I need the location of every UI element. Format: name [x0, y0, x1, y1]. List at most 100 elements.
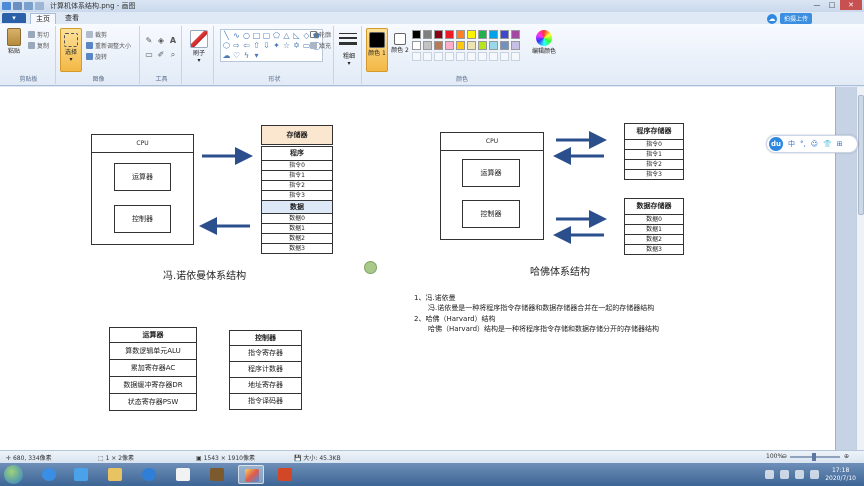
taskbar-notepad[interactable] — [170, 465, 196, 484]
palette-empty-swatch[interactable] — [434, 52, 443, 61]
palette-color-swatch[interactable] — [412, 41, 421, 50]
ime-menu-icon[interactable]: ⊞ — [837, 140, 843, 148]
palette-color-swatch[interactable] — [489, 41, 498, 50]
rounded-rect-shape-icon[interactable]: ▢ — [262, 31, 271, 40]
palette-empty-swatch[interactable] — [412, 52, 421, 61]
palette-color-swatch[interactable] — [489, 30, 498, 39]
outline-button[interactable]: 轮廓 — [310, 30, 331, 39]
taskbar-baidu[interactable] — [136, 465, 162, 484]
cut-button[interactable]: 剪切 — [28, 30, 49, 39]
palette-color-swatch[interactable] — [423, 41, 432, 50]
paste-button[interactable]: 粘贴 — [4, 28, 24, 55]
taskbar-explorer[interactable] — [102, 465, 128, 484]
hexagon-shape-icon[interactable]: ⬡ — [222, 41, 231, 50]
color1-button[interactable]: 颜色 1 — [366, 28, 388, 72]
start-button[interactable] — [4, 465, 23, 484]
arrow-right-shape-icon[interactable]: ⇨ — [232, 41, 241, 50]
palette-color-swatch[interactable] — [423, 30, 432, 39]
magnifier-icon[interactable]: ⌕ — [168, 50, 178, 60]
palette-color-swatch[interactable] — [511, 41, 520, 50]
palette-empty-swatch[interactable] — [511, 52, 520, 61]
undo-icon[interactable] — [24, 2, 33, 10]
zoom-out-icon[interactable]: ⊖ — [782, 453, 787, 460]
fill-bucket-icon[interactable]: ◈ — [156, 36, 166, 46]
palette-color-swatch[interactable] — [511, 30, 520, 39]
palette-empty-swatch[interactable] — [456, 52, 465, 61]
color2-button[interactable]: 颜色 2 — [390, 30, 410, 54]
cloud-upload[interactable]: ☁ 拍摄上传 — [766, 13, 812, 24]
crop-button[interactable]: 裁剪 — [86, 30, 107, 39]
taskbar-ie[interactable] — [68, 465, 94, 484]
polygon-shape-icon[interactable]: ⬠ — [272, 31, 281, 40]
palette-color-swatch[interactable] — [412, 30, 421, 39]
palette-empty-swatch[interactable] — [423, 52, 432, 61]
heart-shape-icon[interactable]: ♡ — [232, 51, 241, 60]
zoom-slider[interactable] — [790, 453, 840, 461]
shapes-gallery[interactable]: ╲ ∿ ○ □ ▢ ⬠ △ ◺ ◇ ⬟ ⬡ ⇨ ⇦ ⇧ ⇩ ✦ ☆ ✡ ▭ ◯ — [220, 29, 323, 62]
palette-color-swatch[interactable] — [445, 30, 454, 39]
palette-color-swatch[interactable] — [500, 41, 509, 50]
arrow-up-shape-icon[interactable]: ⇧ — [252, 41, 261, 50]
ime-skin-icon[interactable]: 👕 — [823, 140, 832, 148]
tray-network-icon[interactable] — [780, 470, 790, 479]
canvas-workarea[interactable]: CPU 运算器 控制器 存储器 程序 指令0 指令1 指令2 指令3 数据 数据0 数据… — [0, 87, 856, 450]
rotate-button[interactable]: 旋转 — [86, 52, 107, 61]
palette-empty-swatch[interactable] — [500, 52, 509, 61]
more-shapes-icon[interactable]: ▾ — [252, 51, 261, 60]
tray-clock[interactable]: 17:18 2020/7/10 — [825, 467, 856, 483]
arrow-down-shape-icon[interactable]: ⇩ — [262, 41, 271, 50]
ime-punctuation-icon[interactable]: °, — [800, 140, 806, 148]
star5-shape-icon[interactable]: ☆ — [282, 41, 291, 50]
drawing-canvas[interactable]: CPU 运算器 控制器 存储器 程序 指令0 指令1 指令2 指令3 数据 数据0 数据… — [0, 87, 836, 450]
ime-chinese-mode[interactable]: 中 — [788, 139, 795, 149]
palette-color-swatch[interactable] — [467, 30, 476, 39]
edit-colors-button[interactable]: 编辑颜色 — [530, 30, 558, 55]
tray-flag-icon[interactable] — [810, 470, 820, 479]
star6-shape-icon[interactable]: ✡ — [292, 41, 301, 50]
file-menu-button[interactable]: ▾ — [2, 13, 26, 23]
baidu-ime-toolbar[interactable]: du 中 °, ☺ 👕 ⊞ — [766, 135, 858, 153]
paint-app-icon[interactable] — [2, 2, 11, 10]
tab-view[interactable]: 查看 — [60, 13, 84, 24]
palette-color-swatch[interactable] — [500, 30, 509, 39]
callout-cloud-shape-icon[interactable]: ☁ — [222, 51, 231, 60]
text-tool-icon[interactable]: A — [168, 36, 178, 46]
eraser-icon[interactable]: ▭ — [144, 50, 154, 60]
resize-button[interactable]: 重新调整大小 — [86, 41, 131, 50]
oval-shape-icon[interactable]: ○ — [242, 31, 251, 40]
scrollbar-thumb[interactable] — [858, 95, 864, 215]
palette-empty-swatch[interactable] — [489, 52, 498, 61]
color-palette[interactable] — [412, 30, 520, 61]
redo-icon[interactable] — [35, 2, 44, 10]
size-button[interactable]: 粗细 ▾ — [339, 30, 359, 67]
taskbar-baidu-netdisk[interactable] — [36, 465, 62, 484]
line-shape-icon[interactable]: ╲ — [222, 31, 231, 40]
right-triangle-shape-icon[interactable]: ◺ — [292, 31, 301, 40]
select-button[interactable]: 选择 ▾ — [60, 28, 82, 72]
taskbar-paint[interactable] — [238, 465, 264, 484]
palette-color-swatch[interactable] — [478, 41, 487, 50]
arrow-left-shape-icon[interactable]: ⇦ — [242, 41, 251, 50]
palette-color-swatch[interactable] — [456, 41, 465, 50]
palette-empty-swatch[interactable] — [445, 52, 454, 61]
palette-color-swatch[interactable] — [434, 41, 443, 50]
curve-shape-icon[interactable]: ∿ — [232, 31, 241, 40]
palette-empty-swatch[interactable] — [467, 52, 476, 61]
brushes-button[interactable]: 刷子 ▾ — [187, 30, 211, 64]
triangle-shape-icon[interactable]: △ — [282, 31, 291, 40]
taskbar-powerpoint[interactable] — [272, 465, 298, 484]
tab-home[interactable]: 主页 — [30, 13, 56, 24]
rectangle-shape-icon[interactable]: □ — [252, 31, 261, 40]
color-picker-icon[interactable]: ✐ — [156, 50, 166, 60]
palette-color-swatch[interactable] — [445, 41, 454, 50]
copy-button[interactable]: 复制 — [28, 41, 49, 50]
fill-button[interactable]: 填充 — [310, 41, 331, 50]
lightning-shape-icon[interactable]: ϟ — [242, 51, 251, 60]
palette-empty-swatch[interactable] — [478, 52, 487, 61]
palette-color-swatch[interactable] — [467, 41, 476, 50]
zoom-slider-thumb[interactable] — [812, 453, 816, 461]
zoom-in-icon[interactable]: ⊕ — [844, 453, 849, 460]
tray-volume-icon[interactable] — [795, 470, 805, 479]
star4-shape-icon[interactable]: ✦ — [272, 41, 281, 50]
palette-color-swatch[interactable] — [434, 30, 443, 39]
